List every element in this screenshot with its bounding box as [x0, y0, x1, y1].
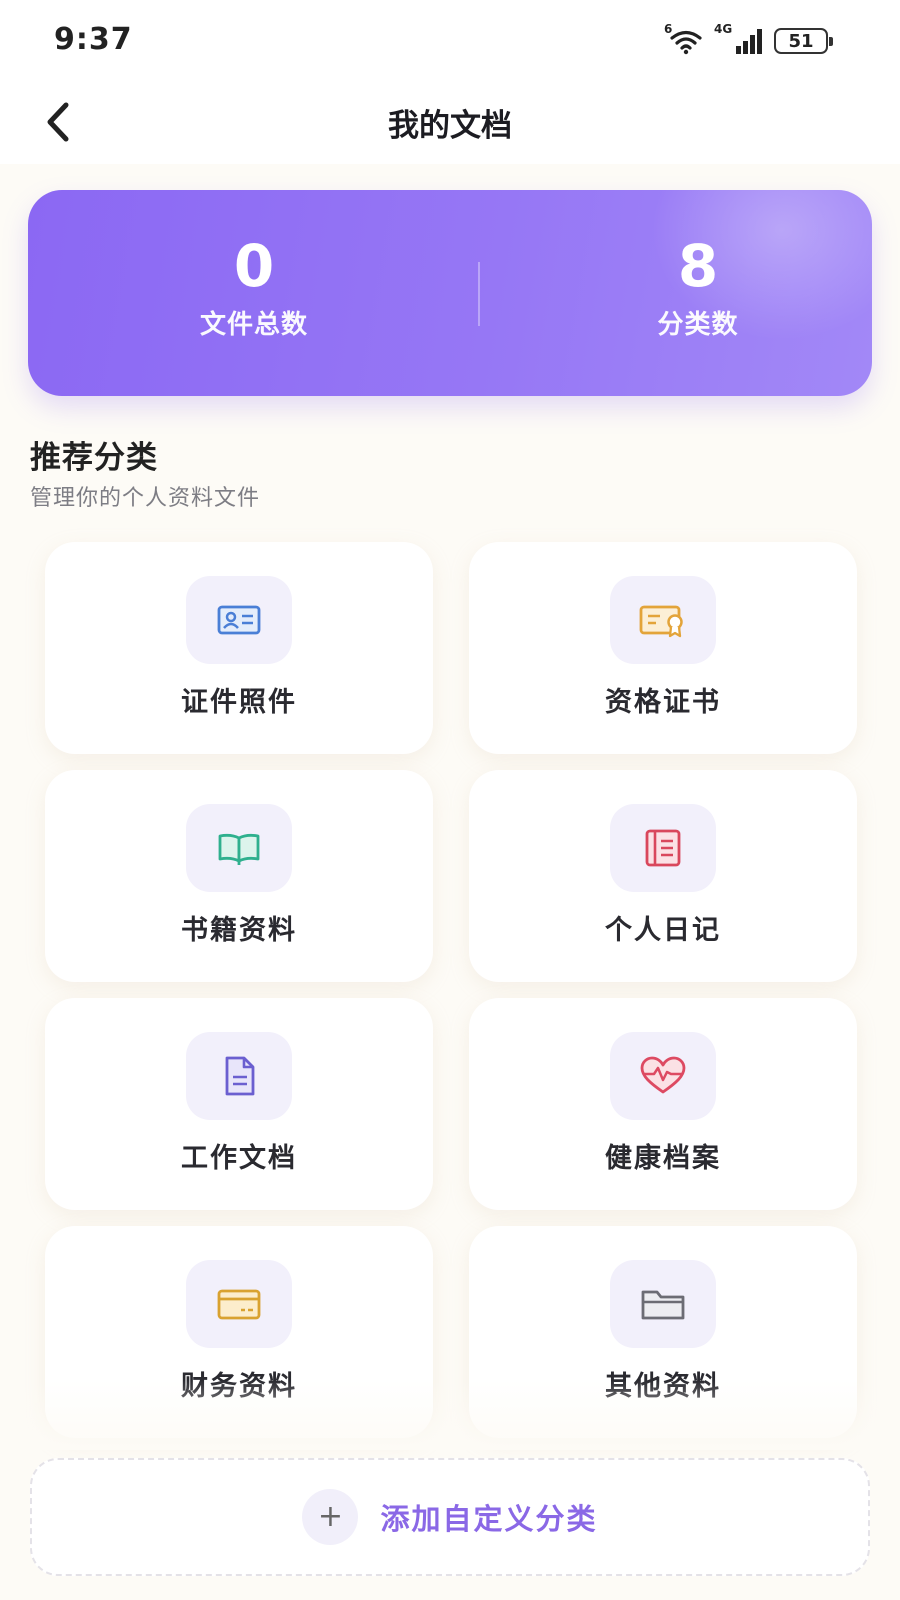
plus-icon: + — [302, 1489, 359, 1545]
stats-card: 0 文件总数 8 分类数 — [28, 190, 872, 396]
category-label: 工作文档 — [181, 1143, 297, 1174]
category-label: 证件照件 — [181, 687, 297, 718]
categories-count-label: 分类数 — [657, 310, 739, 340]
add-custom-category-label: 添加自定义分类 — [380, 1502, 598, 1536]
category-label: 健康档案 — [605, 1143, 721, 1174]
category-card-books[interactable]: 书籍资料 — [45, 770, 433, 982]
total-files-value: 0 — [233, 232, 275, 300]
certificate-icon — [610, 576, 716, 664]
category-card-certificates[interactable]: 资格证书 — [469, 542, 857, 754]
section-title: 推荐分类 — [30, 440, 158, 476]
scroll-fade — [0, 1380, 900, 1450]
category-grid: 证件照件 资格证书 书籍资料 个人日记 工作文档 健康档案 — [45, 542, 857, 1442]
category-card-health[interactable]: 健康档案 — [469, 998, 857, 1210]
book-icon — [186, 804, 292, 892]
status-bar: 9:37 6 4G 51 — [0, 0, 900, 80]
section-subtitle: 管理你的个人资料文件 — [30, 486, 261, 511]
cellular-signal-icon: 4G — [714, 22, 766, 56]
add-custom-category-button[interactable]: + 添加自定义分类 — [30, 1458, 870, 1576]
category-card-diary[interactable]: 个人日记 — [469, 770, 857, 982]
document-icon — [186, 1032, 292, 1120]
credit-card-icon — [186, 1260, 292, 1348]
total-files-label: 文件总数 — [199, 310, 308, 340]
categories-count-value: 8 — [677, 232, 719, 300]
id-card-icon — [186, 576, 292, 664]
status-icons: 6 4G 51 — [664, 22, 833, 58]
network-type: 4G — [714, 22, 733, 36]
category-label: 书籍资料 — [181, 915, 297, 946]
plus-glyph: + — [317, 1499, 344, 1534]
category-card-id-photos[interactable]: 证件照件 — [45, 542, 433, 754]
my-documents-screen: 9:37 6 4G 51 我的文档 0 文件总数 8 分类数 推荐分类 管理你的… — [0, 0, 900, 1600]
navigation-header: 我的文档 — [0, 80, 900, 164]
stats-divider — [478, 262, 480, 326]
category-card-work-docs[interactable]: 工作文档 — [45, 998, 433, 1210]
total-files-stat: 0 文件总数 — [104, 234, 404, 341]
category-label: 资格证书 — [605, 687, 721, 718]
category-label: 个人日记 — [605, 915, 721, 946]
diary-icon — [610, 804, 716, 892]
wifi-icon: 6 — [664, 22, 706, 56]
page-title: 我的文档 — [388, 108, 512, 144]
wifi-badge: 6 — [664, 22, 673, 36]
battery-level: 51 — [788, 30, 814, 52]
categories-count-stat: 8 分类数 — [548, 234, 848, 341]
heart-pulse-icon — [610, 1032, 716, 1120]
battery-icon: 51 — [774, 28, 833, 54]
folder-icon — [610, 1260, 716, 1348]
status-time: 9:37 — [54, 22, 133, 57]
